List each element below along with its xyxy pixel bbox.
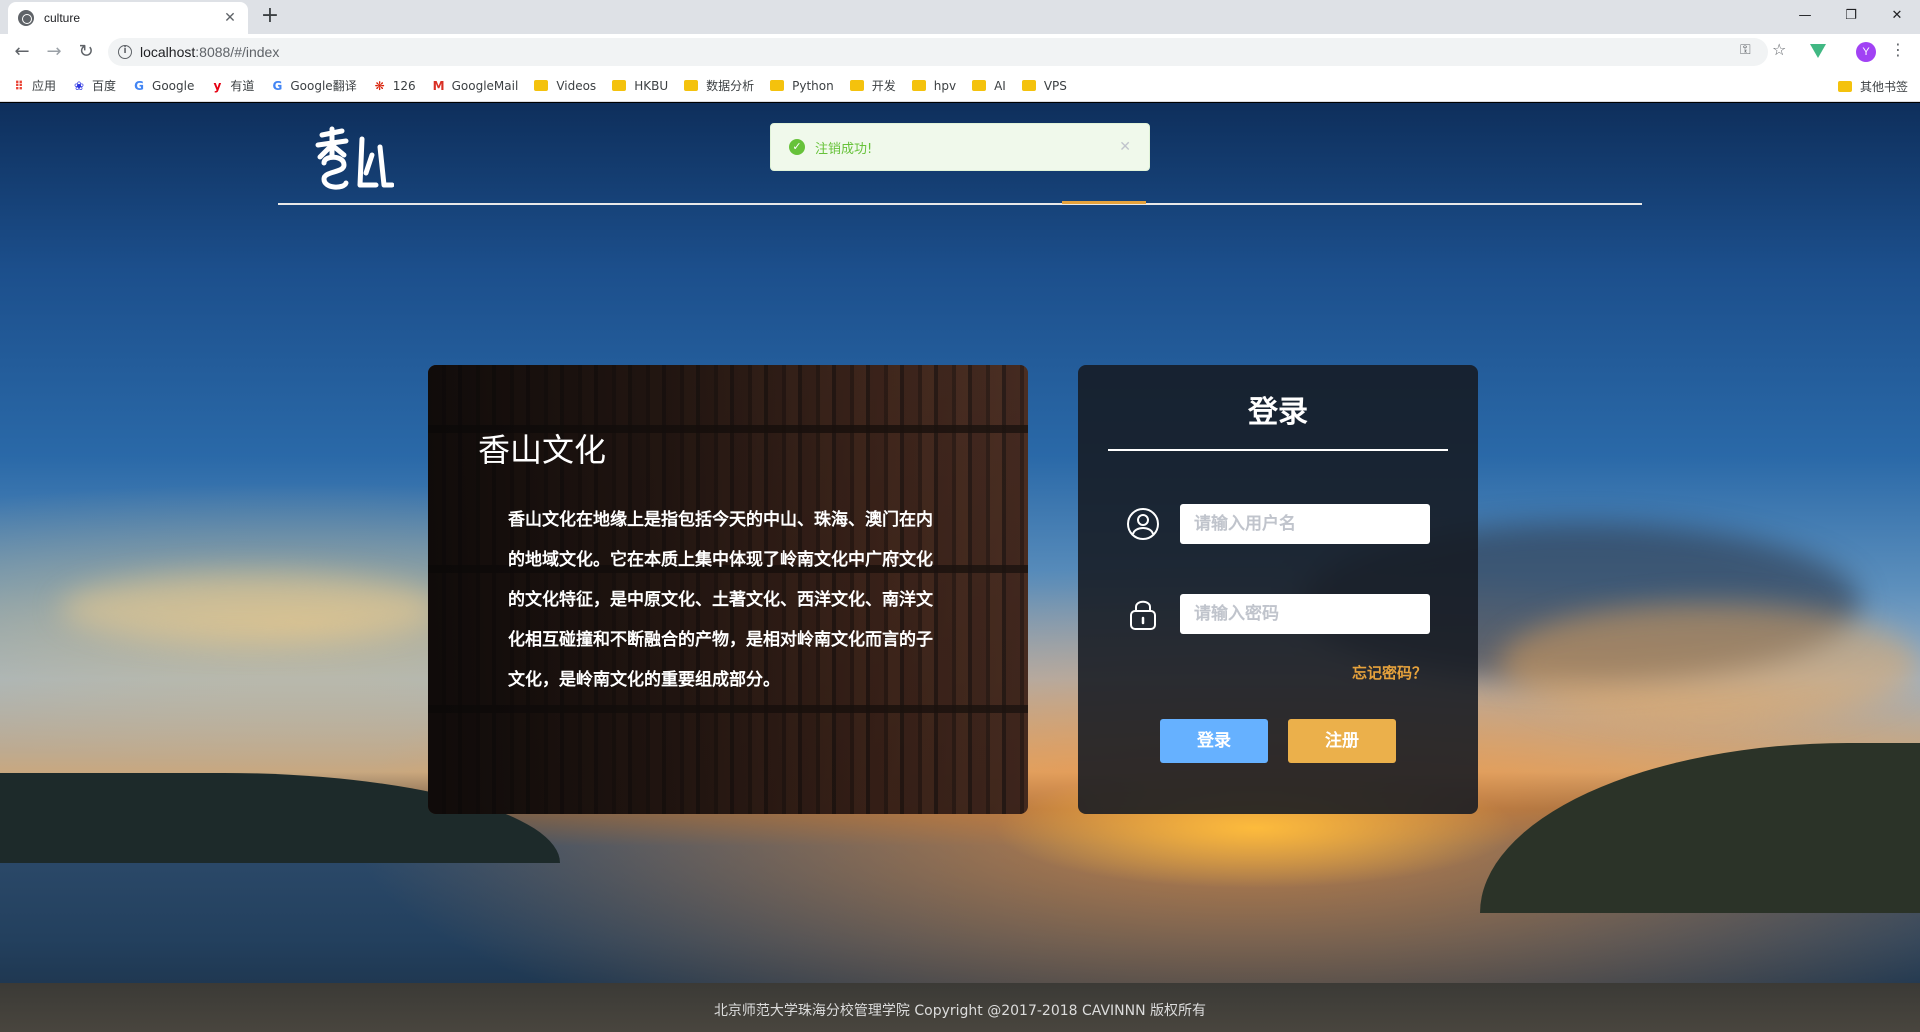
bookmark-label: 126 <box>392 78 416 93</box>
xiangshan-logo[interactable] <box>314 125 394 195</box>
google-translate-icon: G <box>272 78 283 93</box>
forward-arrow-icon[interactable]: → <box>42 40 66 64</box>
password-input[interactable] <box>1180 594 1430 634</box>
header-divider <box>278 203 1642 205</box>
netease-126-icon: ❋ <box>374 78 385 93</box>
back-arrow-icon[interactable]: ← <box>10 40 34 64</box>
forgot-password-link[interactable]: 忘记密码？ <box>1352 662 1427 683</box>
close-icon[interactable]: ✕ <box>222 10 238 26</box>
browser-tab[interactable]: culture ✕ <box>8 2 248 34</box>
star-icon[interactable]: ☆ <box>1772 40 1786 59</box>
bookmark-item[interactable]: ❋ 126 <box>373 79 416 93</box>
vue-devtools-icon[interactable] <box>1810 44 1826 58</box>
bookmark-label: hpv <box>933 78 957 93</box>
address-bar[interactable]: i localhost:8088/#/index <box>108 38 1768 66</box>
google-icon: G <box>134 78 144 93</box>
profile-avatar[interactable]: Y <box>1856 42 1876 62</box>
new-tab-button[interactable]: + <box>258 4 282 28</box>
bookmark-item[interactable]: Videos <box>534 79 596 93</box>
other-bookmarks[interactable]: 其他书签 <box>1837 78 1908 95</box>
window-close-icon[interactable]: ✕ <box>1874 0 1920 30</box>
globe-icon <box>18 10 34 26</box>
folder-icon <box>1837 81 1852 92</box>
folder-icon <box>612 80 627 91</box>
check-circle-icon: ✓ <box>789 139 805 155</box>
folder-icon <box>684 80 699 91</box>
bookmark-item[interactable]: VPS <box>1021 78 1067 93</box>
username-input[interactable] <box>1180 504 1430 544</box>
bookmark-label: 开发 <box>871 79 896 93</box>
bookmark-item[interactable]: hpv <box>911 78 957 93</box>
restore-icon[interactable]: ❐ <box>1828 0 1874 30</box>
url-text: localhost:8088/#/index <box>140 44 280 60</box>
footer-copyright: 北京师范大学珠海分校管理学院 Copyright @2017-2018 CAVI… <box>713 1003 1207 1019</box>
minimize-icon[interactable]: — <box>1782 0 1828 30</box>
site-info-icon[interactable]: i <box>118 45 132 59</box>
login-button[interactable]: 登录 <box>1160 719 1268 763</box>
apps-grid-icon: ⠿ <box>14 78 24 93</box>
bookmark-item[interactable]: G Google <box>132 79 194 93</box>
intro-card: 香山文化 香山文化在地缘上是指包括今天的中山、珠海、澳门在内的地域文化。它在本质… <box>428 365 1028 814</box>
bookmark-item[interactable]: M GoogleMail <box>432 79 519 93</box>
close-icon[interactable]: ✕ <box>1119 139 1131 155</box>
bookmark-item[interactable]: ❀ 百度 <box>72 77 116 94</box>
youdao-icon: y <box>213 78 222 93</box>
browser-toolbar: ← → ↻ i localhost:8088/#/index ⚿ ☆ Y ⋮ <box>0 34 1920 70</box>
bookmark-item[interactable]: ⠿ 应用 <box>12 77 56 94</box>
cloud-shape <box>1500 603 1920 723</box>
bookmark-label: 应用 <box>32 79 57 93</box>
bookmark-item[interactable]: HKBU <box>612 79 668 93</box>
other-bookmarks-label: 其他书签 <box>1859 80 1908 94</box>
gmail-icon: M <box>432 78 445 93</box>
bookmark-label: Google <box>152 78 195 93</box>
folder-icon <box>849 80 864 91</box>
tab-title: culture <box>44 11 81 25</box>
bookmark-item[interactable]: y 有道 <box>210 77 254 94</box>
bookmark-item[interactable]: G Google翻译 <box>270 77 356 94</box>
bookmark-label: 有道 <box>230 79 255 93</box>
folder-icon <box>534 80 549 91</box>
landmass-right <box>1480 743 1920 913</box>
lock-icon <box>1130 600 1156 630</box>
bookmark-item[interactable]: 开发 <box>849 77 896 94</box>
folder-icon <box>770 80 785 91</box>
bookmark-item[interactable]: Python <box>770 79 834 93</box>
notification-text: 注销成功! <box>815 141 873 157</box>
bookmark-item[interactable]: AI <box>972 79 1006 93</box>
folder-icon <box>1021 80 1036 91</box>
bookmark-label: 数据分析 <box>706 79 755 93</box>
login-title: 登录 <box>1248 395 1308 430</box>
baidu-icon: ❀ <box>73 78 85 93</box>
bookmark-label: GoogleMail <box>451 78 519 93</box>
register-button[interactable]: 注册 <box>1288 719 1396 763</box>
bookmark-label: Videos <box>556 78 597 93</box>
bookmark-label: Python <box>792 78 834 93</box>
bookmarks-bar: ⠿ 应用 ❀ 百度 G Google y 有道 G Google翻译 ❋ 126 M GoogleMail… <box>0 70 1920 102</box>
browser-tab-strip: culture ✕ + — ❐ ✕ <box>0 0 1920 34</box>
menu-kebab-icon[interactable]: ⋮ <box>1890 40 1906 59</box>
intro-title: 香山文化 <box>478 431 607 469</box>
reload-icon[interactable]: ↻ <box>74 40 98 64</box>
key-icon[interactable]: ⚿ <box>1740 42 1751 58</box>
bookmark-label: HKBU <box>634 78 669 93</box>
bookmark-label: VPS <box>1043 78 1067 93</box>
bookmark-label: Google翻译 <box>290 79 357 93</box>
bookmark-label: 百度 <box>92 79 117 93</box>
intro-body: 香山文化在地缘上是指包括今天的中山、珠海、澳门在内的地域文化。它在本质上集中体现… <box>508 510 933 690</box>
login-title-divider <box>1108 449 1448 451</box>
nav-active-indicator <box>1062 201 1146 204</box>
bookmark-item[interactable]: 数据分析 <box>684 77 754 94</box>
page-viewport: ✓ 注销成功! ✕ 香山文化 香山文化在地缘上是指包括今天的中山、珠海、澳门在内… <box>0 103 1920 1032</box>
folder-icon <box>972 80 987 91</box>
folder-icon <box>911 80 926 91</box>
bookmark-label: AI <box>994 78 1006 93</box>
success-notification: ✓ 注销成功! ✕ <box>770 123 1150 171</box>
cloud-shape <box>60 573 440 643</box>
user-icon <box>1127 508 1159 540</box>
login-card: 登录 忘记密码？ 登录 注册 <box>1078 365 1478 814</box>
